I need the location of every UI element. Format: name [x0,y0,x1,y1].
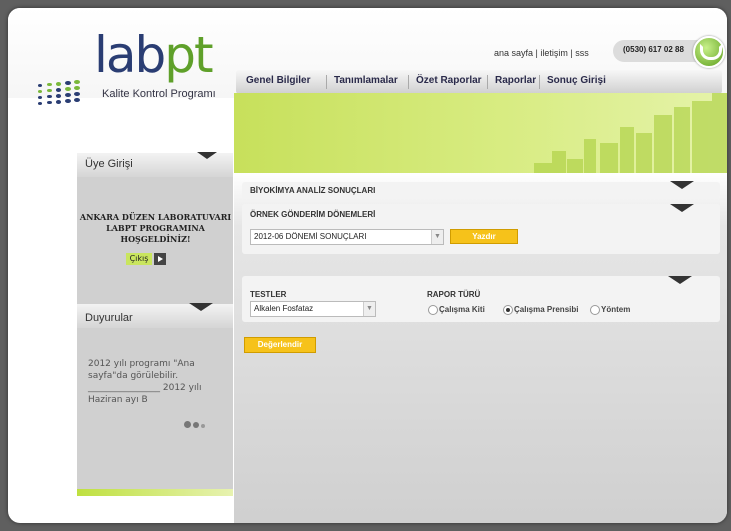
logo: labpt Kalite Kontrol Programı [38,30,238,136]
logo-dot [47,101,52,105]
tests-select-value: Alkalen Fosfataz [254,304,314,313]
logo-dot [38,90,42,93]
logo-dot [56,82,62,86]
news-pager[interactable] [184,413,207,432]
news-panel-header: Duyurular [77,303,233,328]
nav-item-raporlar[interactable]: Raporlar [495,75,536,86]
logo-dot [74,92,81,97]
banner-decor-bar [674,107,690,173]
logo-dot [47,83,52,87]
banner-decor-bar [712,93,727,173]
logo-dot [74,80,81,85]
logo-dot [65,81,71,86]
phone-number: (0530) 617 02 88 [623,45,684,54]
nav-item-ozet-raporlar[interactable]: Özet Raporlar [416,75,482,86]
period-select[interactable]: 2012-06 DÖNEMİ SONUÇLARI ▼ [250,229,444,245]
banner-decor-bar [552,151,566,173]
period-title: ÖRNEK GÖNDERİM DÖNEMLERİ [250,210,376,219]
chevron-down-icon[interactable]: ▼ [431,230,443,244]
radio-label: Çalışma Prensibi [514,305,579,314]
logo-dot [74,86,81,91]
banner-decor-bar [600,143,618,173]
news-title: Duyurular [85,312,133,324]
print-button[interactable]: Yazdır [450,229,518,244]
logo-dot [65,99,71,104]
nav-item-genel-bilgiler[interactable]: Genel Bilgiler [246,75,310,86]
banner-decor-bar [534,163,552,173]
logout-button[interactable]: Çıkış [126,253,152,265]
banner [234,93,727,173]
logo-tagline: Kalite Kontrol Programı [102,88,216,100]
report-type-title: RAPOR TÜRÜ [427,290,481,299]
welcome-message: ANKARA DÜZEN LABORATUVARI LABPT PROGRAMI… [79,212,232,244]
chevron-down-icon[interactable] [197,152,217,159]
radio-label: Çalışma Kiti [439,305,485,314]
tests-title: TESTLER [250,290,287,299]
news-text: 2012 yılı programı "Ana sayfa"da görüleb… [88,359,202,405]
link-contact[interactable]: iletişim [540,48,568,58]
biochem-title: BİYOKİMYA ANALİZ SONUÇLARI [250,186,376,195]
arrow-right-icon[interactable] [154,253,166,265]
logo-dot [56,88,62,92]
chevron-down-icon[interactable] [670,181,694,189]
logo-dot [38,84,42,87]
period-select-value: 2012-06 DÖNEMİ SONUÇLARI [254,232,367,241]
chevron-down-icon[interactable]: ▼ [363,302,375,316]
pager-dot-icon[interactable] [201,424,205,428]
banner-decor-bar [584,139,596,173]
sidebar-accent-line [77,489,233,496]
phone-icon[interactable] [693,36,725,68]
radio-calisma-prensibi[interactable] [503,305,513,315]
chevron-down-icon[interactable] [668,276,692,284]
logo-text: labpt [94,26,214,84]
main-nav: Genel Bilgiler Tanımlamalar Özet Raporla… [236,70,722,94]
phone-box: (0530) 617 02 88 [613,36,725,68]
period-panel: ÖRNEK GÖNDERİM DÖNEMLERİ 2012-06 DÖNEMİ … [242,204,720,254]
logo-dot [56,100,62,104]
radio-calisma-kiti[interactable] [428,305,438,315]
pager-dot-icon[interactable] [184,421,191,428]
banner-decor-bar [620,127,634,173]
top-links: ana sayfa | iletişim | sss [494,48,589,58]
logo-dot [47,89,52,93]
nav-item-tanimlamalar[interactable]: Tanımlamalar [334,75,398,86]
biochem-results-panel: BİYOKİMYA ANALİZ SONUÇLARI [242,181,720,198]
link-home[interactable]: ana sayfa [494,48,533,58]
logo-dot [38,96,42,99]
banner-decor-bar [692,101,712,173]
radio-yontem[interactable] [590,305,600,315]
chevron-down-icon[interactable] [670,204,694,212]
logo-dot [47,95,52,99]
pager-dot-icon[interactable] [193,422,199,428]
logo-dot [74,98,81,103]
chevron-down-icon[interactable] [189,303,213,311]
tests-select[interactable]: Alkalen Fosfataz ▼ [250,301,376,317]
login-panel-header: Üye Girişi [77,152,233,177]
login-title: Üye Girişi [85,158,133,170]
banner-decor-bar [636,133,652,173]
logo-dot [65,87,71,92]
link-faq[interactable]: sss [575,48,589,58]
banner-decor-bar [654,115,672,173]
logo-dot [38,102,42,105]
logo-dot [65,93,71,98]
logo-dot [56,94,62,98]
nav-item-sonuc-girisi[interactable]: Sonuç Girişi [547,75,606,86]
banner-decor-bar [567,159,583,173]
evaluate-button[interactable]: Değerlendir [244,337,316,353]
radio-label: Yöntem [601,305,631,314]
page-frame: labpt Kalite Kontrol Programı ana sayfa … [8,8,727,523]
test-filter-panel: TESTLER Alkalen Fosfataz ▼ RAPOR TÜRÜ Ça… [242,276,720,322]
